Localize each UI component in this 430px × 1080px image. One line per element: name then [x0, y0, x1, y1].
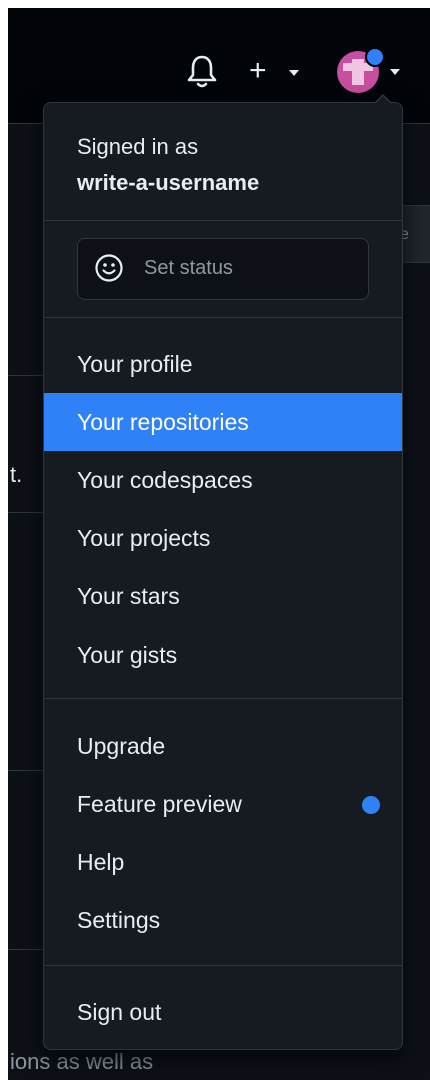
menu-item-label: Your gists	[77, 642, 178, 668]
signed-in-label: Signed in as	[77, 134, 199, 159]
chevron-down-icon	[390, 69, 400, 75]
menu-item-your-stars[interactable]: Your stars	[44, 567, 402, 625]
chevron-down-icon	[289, 70, 299, 76]
sign-out-button[interactable]: Sign out	[44, 983, 402, 1041]
smiley-icon	[95, 254, 123, 282]
menu-item-label: Your stars	[77, 583, 180, 609]
background-text-bottom: ions as well as	[10, 1049, 154, 1074]
menu-divider	[44, 220, 402, 221]
background-divider	[8, 770, 44, 771]
menu-divider	[44, 965, 402, 966]
menu-item-your-codespaces[interactable]: Your codespaces	[44, 451, 402, 509]
dropdown-caret	[375, 96, 391, 104]
avatar-status-dot	[365, 47, 385, 67]
menu-item-label: Feature preview	[77, 791, 242, 817]
username: write-a-username	[77, 170, 260, 195]
menu-item-your-projects[interactable]: Your projects	[44, 509, 402, 567]
plus-icon: +	[249, 54, 267, 87]
set-status-label: Set status	[144, 257, 233, 279]
menu-item-label: Settings	[77, 907, 161, 933]
background-divider	[8, 949, 44, 950]
user-dropdown-menu: Signed in as write-a-username Set status…	[43, 94, 403, 1050]
menu-item-label: Your codespaces	[77, 467, 253, 493]
sign-out-label: Sign out	[77, 999, 162, 1025]
menu-item-your-profile[interactable]: Your profile	[44, 335, 402, 393]
menu-divider	[44, 317, 402, 318]
create-new-button[interactable]: +	[245, 56, 309, 88]
user-menu-button[interactable]	[337, 47, 407, 97]
menu-item-label: Your profile	[77, 351, 193, 377]
screenshot-border-top	[0, 0, 430, 8]
background-text: t.	[10, 462, 23, 487]
menu-item-settings[interactable]: Settings	[44, 891, 402, 949]
screenshot-border-left	[0, 0, 8, 1080]
menu-item-label: Help	[77, 849, 125, 875]
menu-divider	[44, 698, 402, 699]
menu-item-your-gists[interactable]: Your gists	[44, 626, 402, 684]
menu-item-upgrade[interactable]: Upgrade	[44, 717, 402, 775]
menu-item-help[interactable]: Help	[44, 833, 402, 891]
background-divider	[8, 512, 44, 513]
menu-item-label: Your projects	[77, 525, 211, 551]
set-status-button[interactable]: Set status	[77, 238, 369, 300]
menu-item-label: Upgrade	[77, 733, 166, 759]
new-feature-badge	[362, 796, 380, 814]
bell-icon	[187, 55, 217, 88]
notifications-button[interactable]	[186, 53, 218, 89]
page: e t. ions as well as + Signed in as writ…	[0, 0, 430, 1080]
background-divider	[8, 375, 44, 376]
menu-item-label: Your repositories	[77, 409, 249, 435]
menu-item-your-repositories[interactable]: Your repositories	[44, 393, 402, 451]
menu-item-feature-preview[interactable]: Feature preview	[44, 775, 402, 833]
